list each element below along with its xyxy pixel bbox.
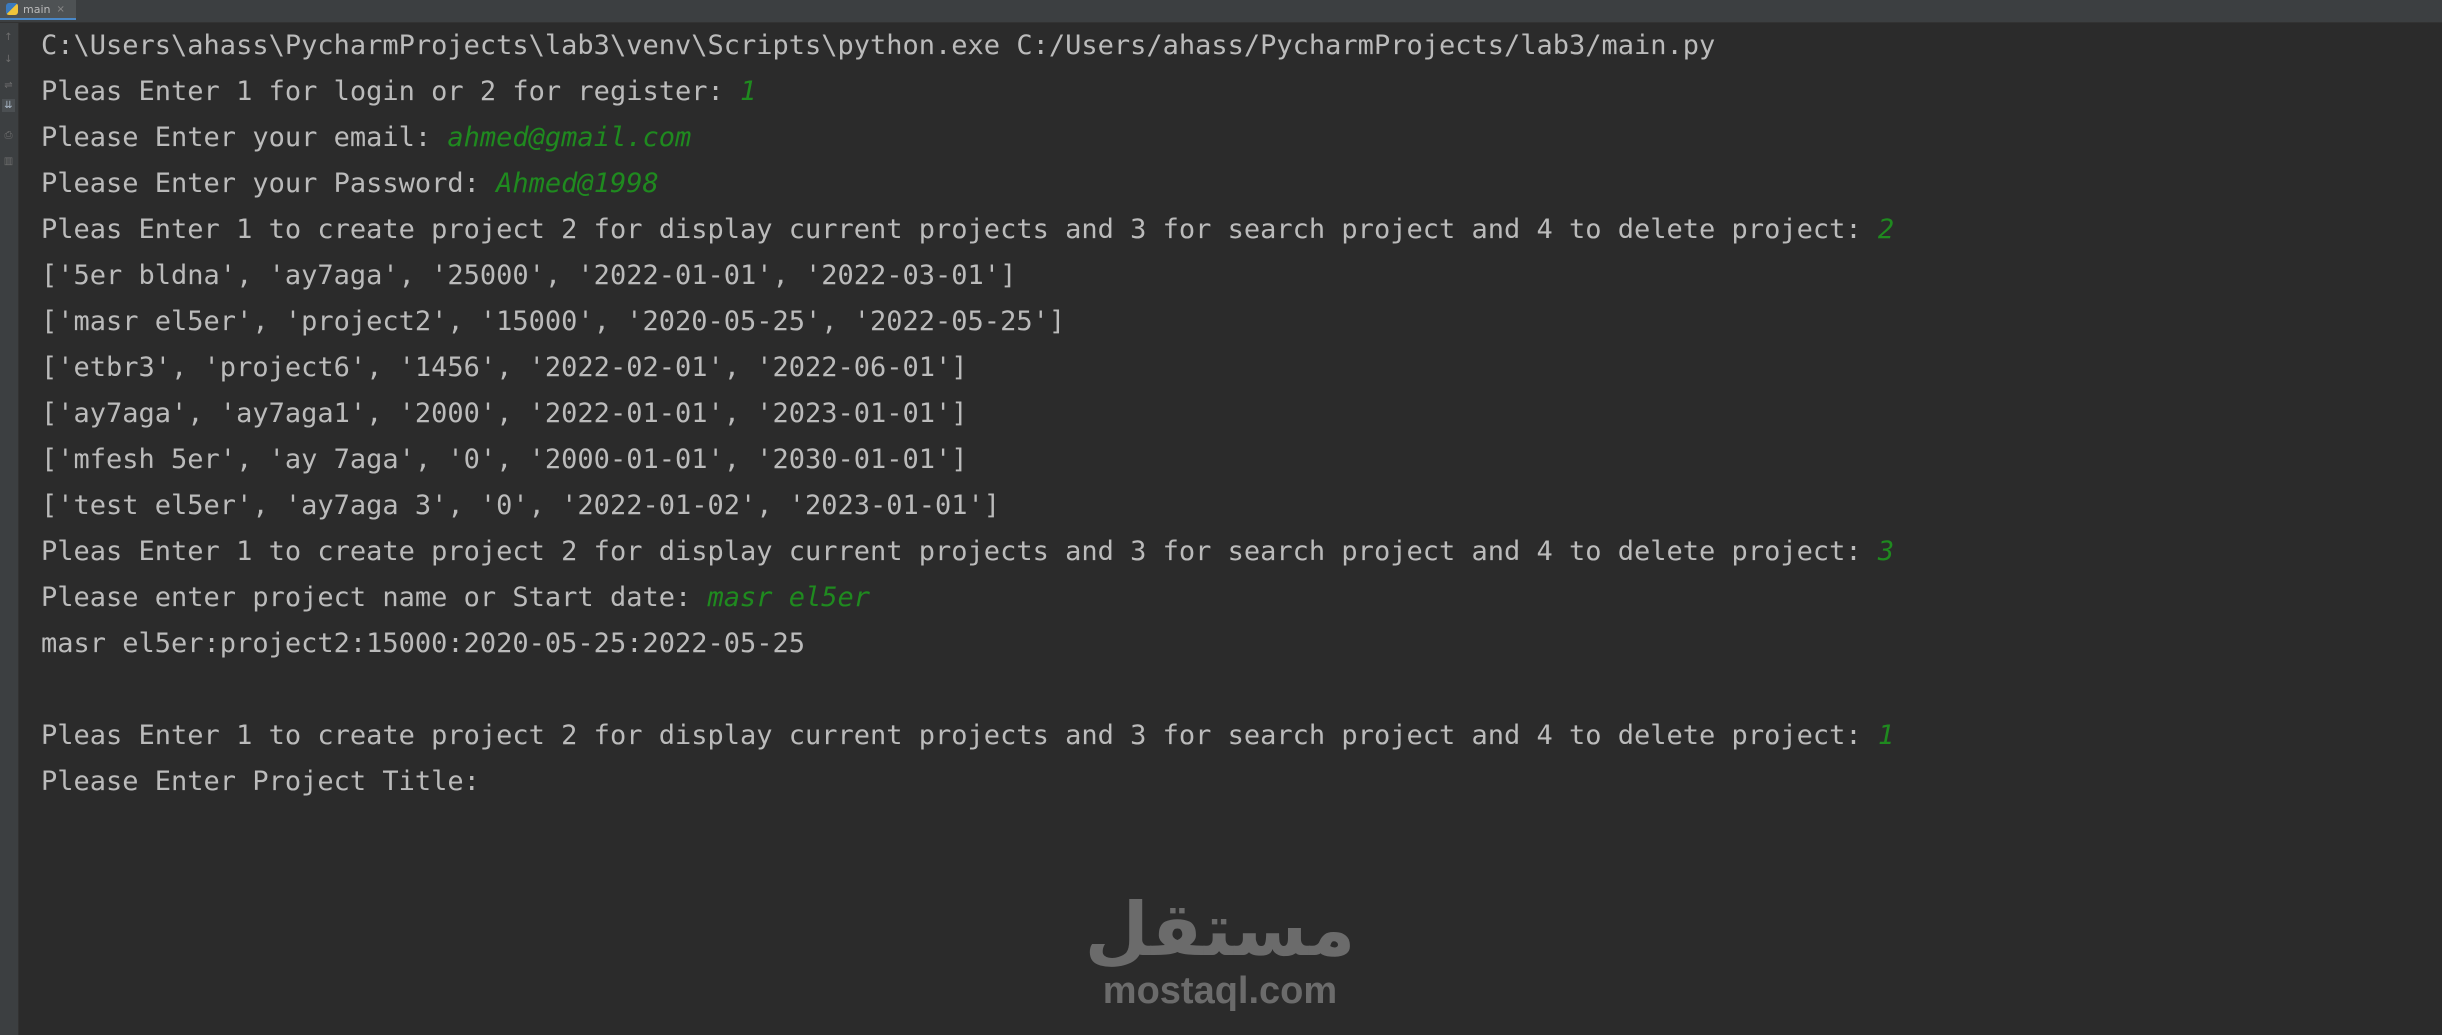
user-input: 2 — [1877, 214, 1895, 245]
prompt-text: Pleas Enter 1 for login or 2 for registe… — [41, 76, 740, 107]
up-arrow-icon[interactable]: ↑ — [2, 31, 15, 44]
tab-main[interactable]: main × — [0, 0, 76, 20]
project-row: ['ay7aga', 'ay7aga1', '2000', '2022-01-0… — [41, 395, 2432, 441]
prompt-text: Please Enter your email: — [41, 122, 448, 153]
console-output[interactable]: C:\Users\ahass\PycharmProjects\lab3\venv… — [41, 27, 2432, 809]
trash-icon[interactable]: ▥ — [2, 155, 15, 168]
run-window: main × ↑ ↓ ⇌ ⇊ ⎙ ▥ C:\Users\ahass\Pychar… — [0, 0, 2442, 1035]
down-arrow-icon[interactable]: ↓ — [2, 53, 15, 66]
console-line: Please enter project name or Start date:… — [41, 579, 2432, 625]
output-text: ['masr el5er', 'project2', '15000', '202… — [41, 306, 1066, 337]
scroll-to-end-icon[interactable]: ⇊ — [2, 99, 15, 112]
prompt-text: Please Enter your Password: — [41, 168, 497, 199]
project-row: ['test el5er', 'ay7aga 3', '0', '2022-01… — [41, 487, 2432, 533]
prompt-text: Please Enter Project Title: — [41, 766, 480, 797]
output-text: ['5er bldna', 'ay7aga', '25000', '2022-0… — [41, 260, 1017, 291]
user-input: Ahmed@1998 — [496, 168, 659, 199]
command-text: C:\Users\ahass\PycharmProjects\lab3\venv… — [41, 30, 1716, 61]
output-text: ['mfesh 5er', 'ay 7aga', '0', '2000-01-0… — [41, 444, 968, 475]
console-line: Please Enter Project Title: — [41, 763, 2432, 809]
output-text: ['test el5er', 'ay7aga 3', '0', '2022-01… — [41, 490, 1001, 521]
prompt-text: Please enter project name or Start date: — [41, 582, 708, 613]
console-line: Pleas Enter 1 to create project 2 for di… — [41, 533, 2432, 579]
user-input: 3 — [1877, 536, 1895, 567]
project-row: ['mfesh 5er', 'ay 7aga', '0', '2000-01-0… — [41, 441, 2432, 487]
watermark: مستقل mostaql.com — [1080, 890, 1360, 1012]
soft-wrap-icon[interactable]: ⇌ — [2, 79, 15, 92]
output-text: ['etbr3', 'project6', '1456', '2022-02-0… — [41, 352, 968, 383]
project-row: ['masr el5er', 'project2', '15000', '202… — [41, 303, 2432, 349]
console-line: masr el5er:project2:15000:2020-05-25:202… — [41, 625, 2432, 671]
console-line: Please Enter your email: ahmed@gmail.com — [41, 119, 2432, 165]
console-line: Pleas Enter 1 to create project 2 for di… — [41, 717, 2432, 763]
project-row: ['etbr3', 'project6', '1456', '2022-02-0… — [41, 349, 2432, 395]
output-text: masr el5er:project2:15000:2020-05-25:202… — [41, 628, 806, 659]
watermark-arabic: مستقل — [1084, 887, 1356, 973]
run-tab-bar: main × — [0, 0, 2442, 23]
console-line: Pleas Enter 1 for login or 2 for registe… — [41, 73, 2432, 119]
console-line: Pleas Enter 1 to create project 2 for di… — [41, 211, 2432, 257]
prompt-text: Pleas Enter 1 to create project 2 for di… — [41, 214, 1878, 245]
project-row: ['5er bldna', 'ay7aga', '25000', '2022-0… — [41, 257, 2432, 303]
python-icon — [6, 3, 18, 15]
user-input: masr el5er — [707, 582, 871, 613]
tab-label: main — [23, 2, 51, 16]
prompt-text: Pleas Enter 1 to create project 2 for di… — [41, 720, 1878, 751]
print-icon[interactable]: ⎙ — [2, 129, 15, 142]
watermark-latin: mostaql.com — [1102, 970, 1338, 1012]
user-input: 1 — [1877, 720, 1895, 751]
output-text: ['ay7aga', 'ay7aga1', '2000', '2022-01-0… — [41, 398, 968, 429]
user-input: ahmed@gmail.com — [447, 122, 692, 153]
user-input: 1 — [739, 76, 757, 107]
console-toolbar: ↑ ↓ ⇌ ⇊ ⎙ ▥ — [0, 23, 19, 1035]
prompt-text: Pleas Enter 1 to create project 2 for di… — [41, 536, 1878, 567]
console-line: Please Enter your Password: Ahmed@1998 — [41, 165, 2432, 211]
console-line: C:\Users\ahass\PycharmProjects\lab3\venv… — [41, 27, 2432, 73]
close-icon[interactable]: × — [56, 4, 64, 15]
